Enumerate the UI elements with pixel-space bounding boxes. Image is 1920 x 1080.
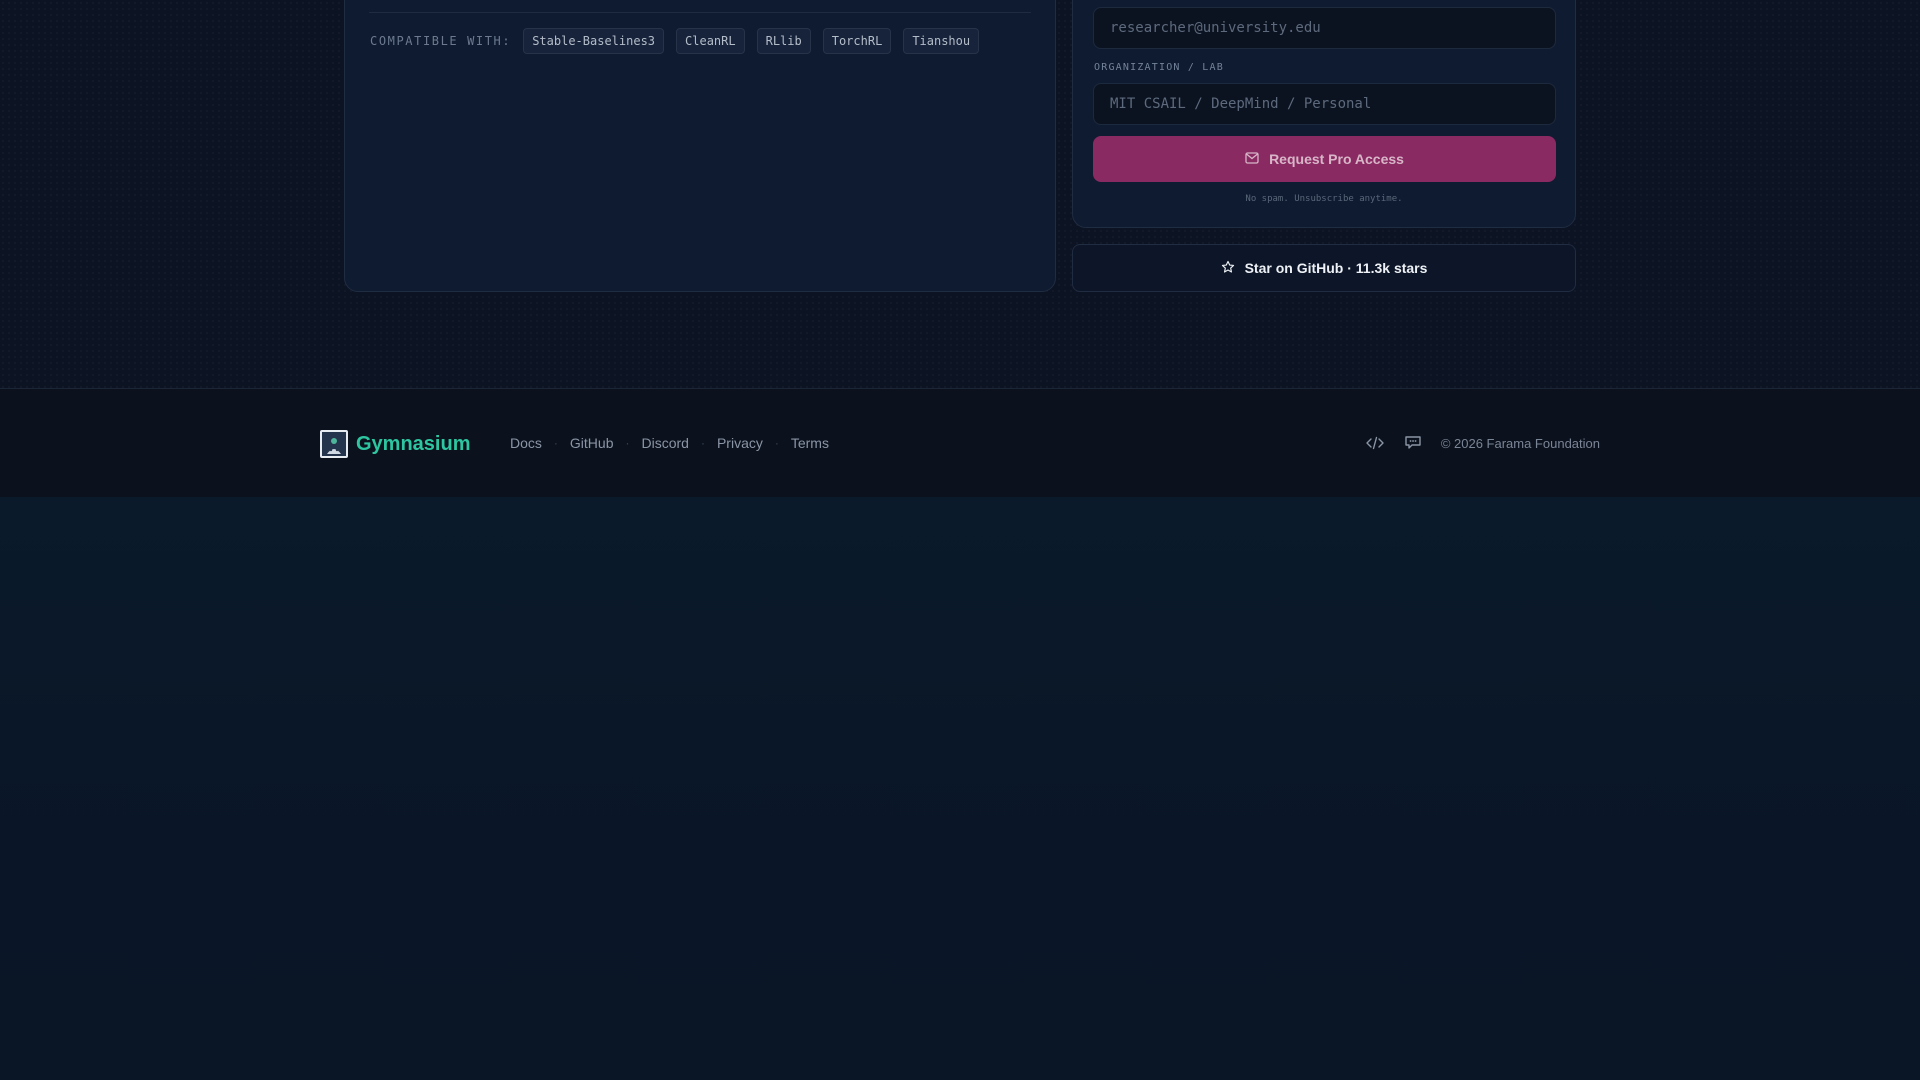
- card-divider: [369, 12, 1031, 13]
- library-chip: RLlib: [756, 28, 811, 54]
- compatible-libraries: COMPATIBLE WITH: Stable-Baselines3 Clean…: [370, 28, 980, 54]
- copyright: © 2026 Farama Foundation: [1440, 435, 1600, 451]
- star-icon: [1221, 260, 1235, 277]
- footer-right: © 2026 Farama Foundation: [1365, 433, 1600, 453]
- organization-field[interactable]: [1093, 83, 1556, 125]
- compatible-label: COMPATIBLE WITH:: [370, 34, 512, 48]
- footer-link-terms[interactable]: Terms: [791, 435, 829, 451]
- footer-links: Docs · GitHub · Discord · Privacy · Term…: [510, 435, 829, 451]
- star-on-github-label: Star on GitHub · 11.3k stars: [1244, 260, 1428, 276]
- footer-brand[interactable]: Gymnasium: [320, 430, 470, 458]
- star-on-github-button[interactable]: Star on GitHub · 11.3k stars: [1072, 244, 1576, 292]
- separator-dot: ·: [625, 436, 630, 450]
- library-chip: CleanRL: [676, 28, 745, 54]
- brand-name: Gymnasium: [356, 432, 471, 455]
- footer-link-privacy[interactable]: Privacy: [717, 435, 763, 451]
- library-chip: TorchRL: [822, 28, 892, 54]
- library-chip: Tianshou: [903, 28, 980, 54]
- chat-icon[interactable]: [1403, 433, 1423, 453]
- footer-link-github[interactable]: GitHub: [570, 435, 614, 451]
- gymnasium-logo: [320, 430, 348, 458]
- compatibility-card: COMPATIBLE WITH: Stable-Baselines3 Clean…: [344, 0, 1056, 292]
- no-spam-note: No spam. Unsubscribe anytime.: [1245, 194, 1403, 204]
- footer-link-discord[interactable]: Discord: [641, 435, 688, 451]
- organization-label: ORGANIZATION / LAB: [1094, 62, 1224, 73]
- separator-dot: ·: [553, 436, 558, 450]
- email-field[interactable]: [1093, 7, 1556, 49]
- separator-dot: ·: [700, 436, 705, 450]
- library-chip: Stable-Baselines3: [523, 28, 665, 54]
- pro-access-form: ORGANIZATION / LAB Request Pro Access No…: [1072, 0, 1576, 228]
- footer: Gymnasium Docs · GitHub · Discord · Priv…: [0, 389, 1920, 497]
- page-background: [0, 497, 1920, 1080]
- upper-section: COMPATIBLE WITH: Stable-Baselines3 Clean…: [0, 0, 1920, 497]
- request-pro-access-label: Request Pro Access: [1269, 151, 1404, 167]
- separator-dot: ·: [774, 436, 779, 450]
- request-pro-access-button[interactable]: Request Pro Access: [1093, 136, 1556, 182]
- footer-link-docs[interactable]: Docs: [510, 435, 542, 451]
- code-icon[interactable]: [1365, 433, 1385, 453]
- mail-icon: [1245, 151, 1259, 167]
